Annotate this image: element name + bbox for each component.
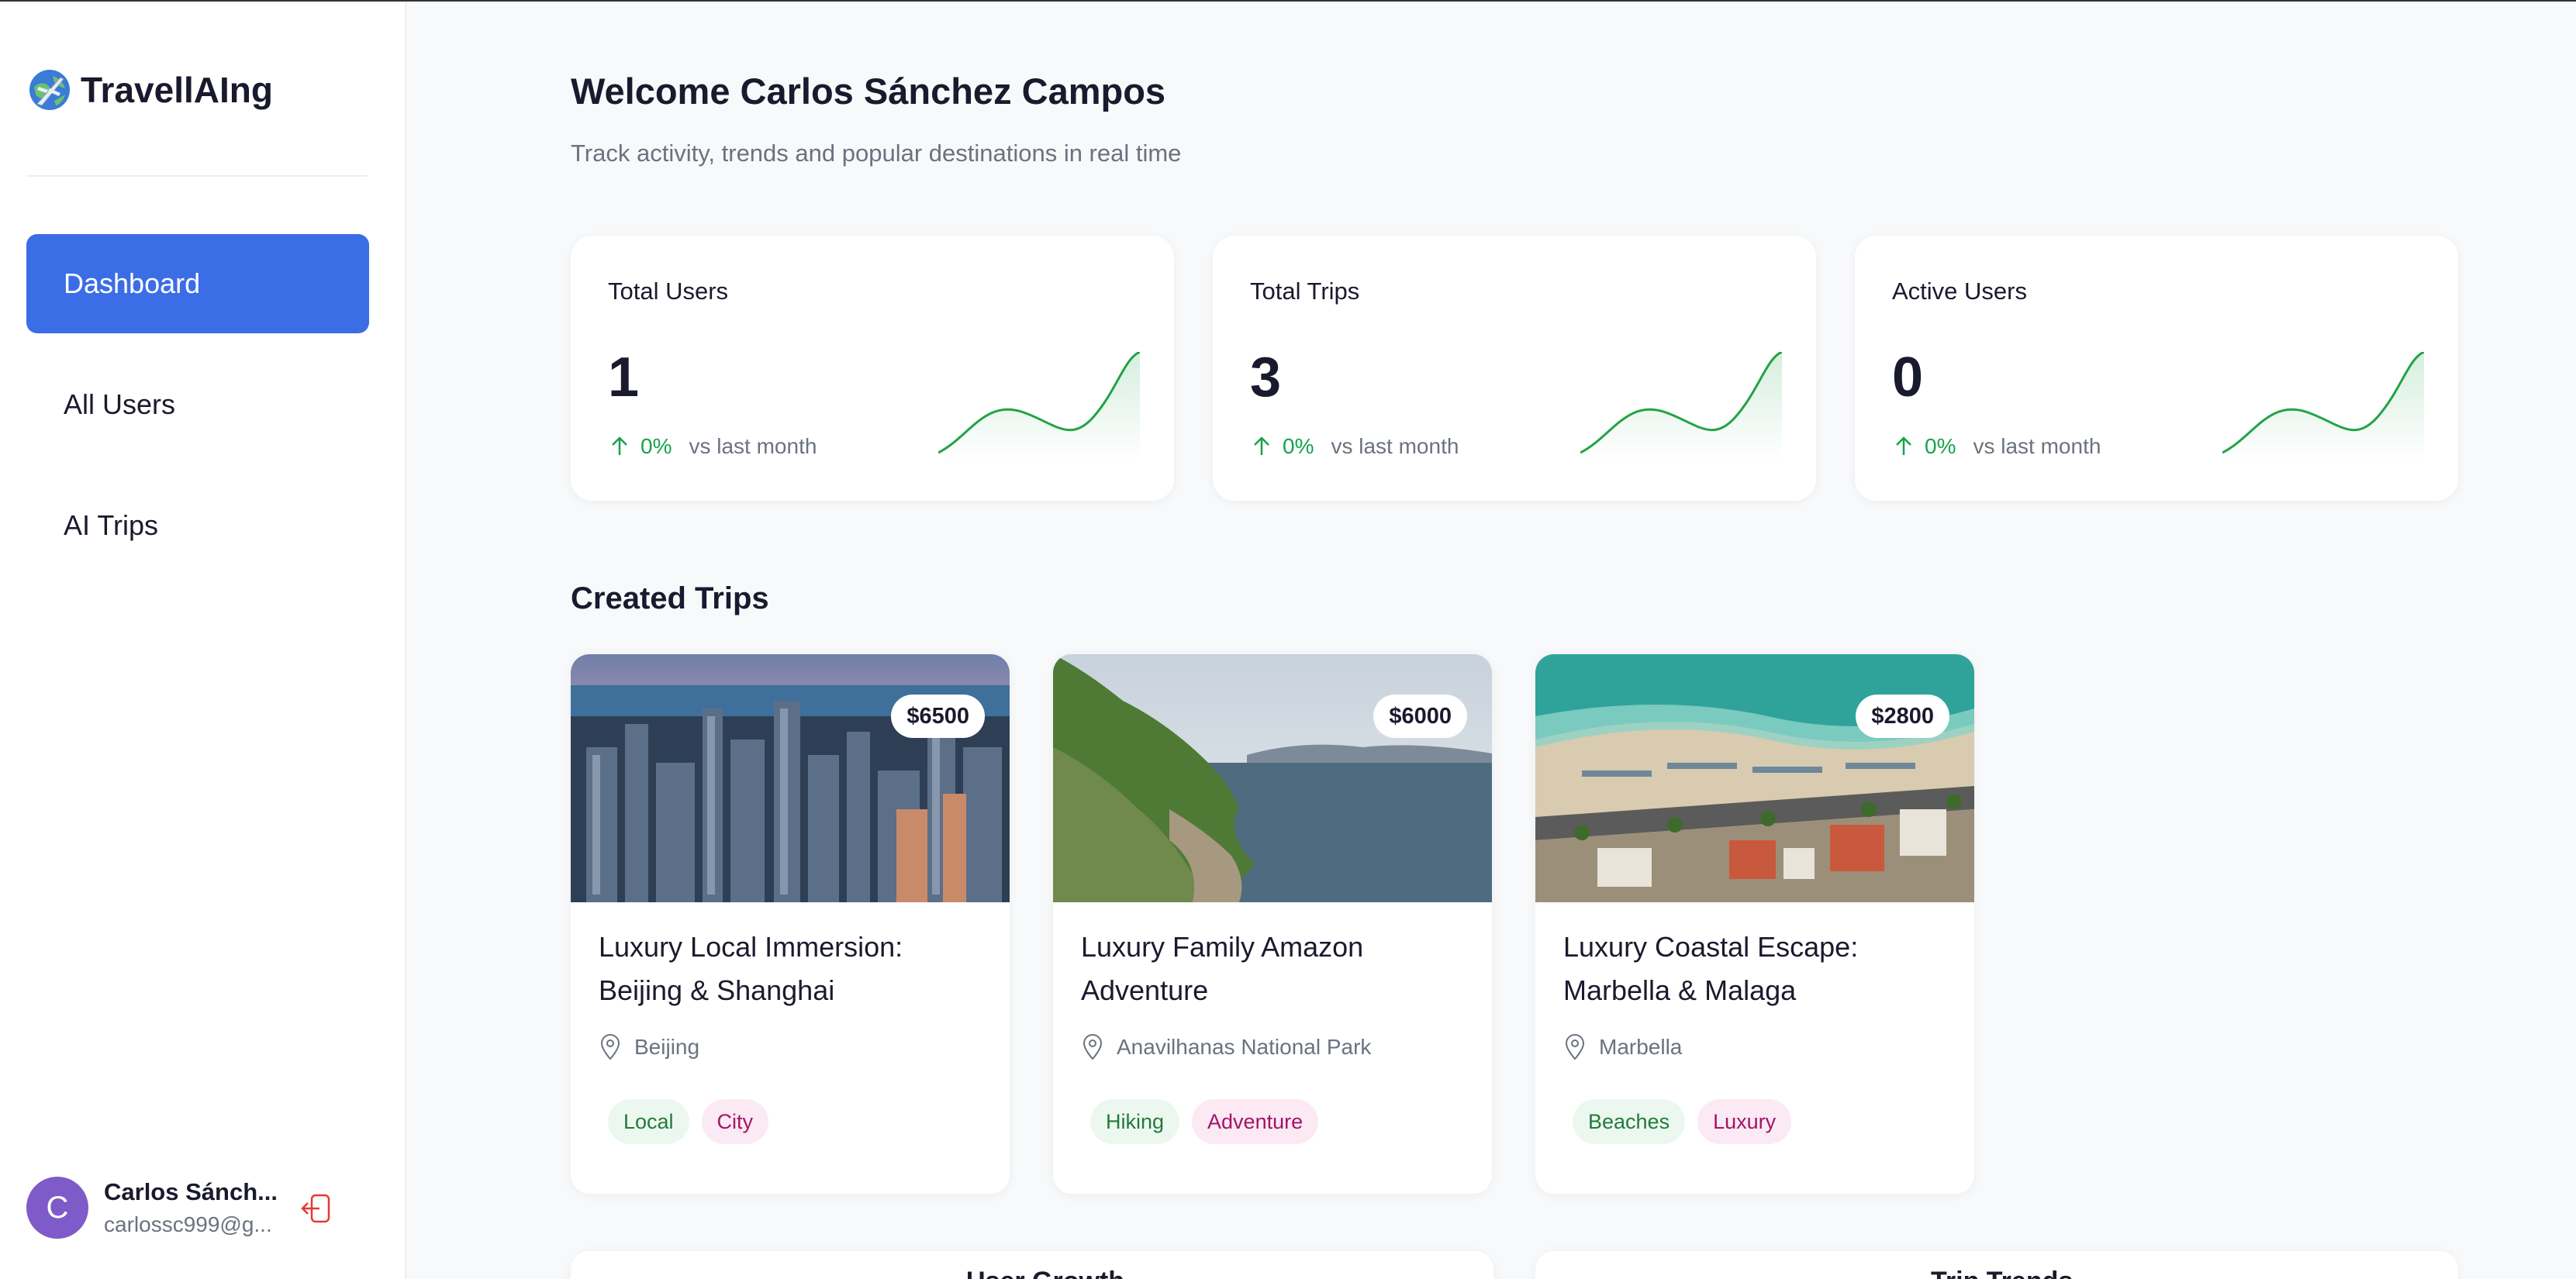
trip-card[interactable]: $6000 Luxury Family Amazon Adventure Ana… xyxy=(1053,654,1492,1194)
app-name: TravellAIng xyxy=(81,70,273,110)
stats-row: Total Users 1 0% vs last month Total Tri… xyxy=(571,236,2458,501)
trip-trends-title: Trip Trends xyxy=(1931,1267,2073,1279)
sidebar: TravellAIng Dashboard All Users AI Trips… xyxy=(0,2,406,1279)
trip-location: Anavilhanas National Park xyxy=(1081,1034,1371,1060)
stat-card-active-users: Active Users 0 0% vs last month xyxy=(1855,236,2458,501)
trip-tags: Local City xyxy=(608,1099,769,1144)
sidebar-item-ai-trips[interactable]: AI Trips xyxy=(26,476,369,575)
map-pin-icon xyxy=(1083,1034,1103,1060)
price-badge: $6000 xyxy=(1373,695,1467,738)
coastline-image xyxy=(1053,654,1492,902)
stat-value: 3 xyxy=(1250,346,1282,409)
sparkline-chart xyxy=(2222,352,2424,460)
stat-card-total-trips: Total Trips 3 0% vs last month xyxy=(1213,236,1816,501)
price-badge: $2800 xyxy=(1856,695,1949,738)
trip-location-text: Anavilhanas National Park xyxy=(1117,1035,1372,1059)
trend-percent: 0% xyxy=(1283,434,1314,458)
profile-name: Carlos Sánch... xyxy=(104,1178,278,1205)
tag-chip: Adventure xyxy=(1192,1099,1319,1144)
price-badge: $6500 xyxy=(891,695,985,738)
arrow-up-icon xyxy=(612,436,627,455)
trend-percent: 0% xyxy=(1925,434,1956,458)
page-title: Welcome Carlos Sánchez Campos xyxy=(571,71,1166,112)
profile-text: Carlos Sánch... carlossc999@g... xyxy=(104,1178,282,1237)
tag-chip: Hiking xyxy=(1090,1099,1180,1144)
charts-row: User Growth Trip Trends xyxy=(571,1251,2458,1279)
arrow-up-icon xyxy=(1254,436,1269,455)
sparkline-chart xyxy=(1580,352,1782,460)
trip-title: Luxury Coastal Escape: Marbella & Malaga xyxy=(1563,931,1859,1006)
sidebar-item-dashboard[interactable]: Dashboard xyxy=(26,234,369,333)
created-trips-list: $6500 Luxury Local Immersion: Beijing & … xyxy=(571,654,1976,1195)
trip-card[interactable]: $2800 Luxury Coastal Escape: Marbella & … xyxy=(1535,654,1974,1194)
app-logo[interactable]: TravellAIng xyxy=(26,65,273,115)
beach-aerial-image xyxy=(1535,654,1974,902)
trend-compare: vs last month xyxy=(1331,434,1459,458)
trip-location-text: Marbella xyxy=(1599,1035,1683,1059)
trend-compare: vs last month xyxy=(1973,434,2101,458)
trend-compare: vs last month xyxy=(689,434,817,458)
trip-location: Marbella xyxy=(1563,1034,1682,1060)
globe-plane-icon xyxy=(29,70,70,110)
stat-label: Total Trips xyxy=(1250,278,1360,305)
arrow-up-icon xyxy=(1896,436,1911,455)
trend-percent: 0% xyxy=(641,434,672,458)
sidebar-item-all-users[interactable]: All Users xyxy=(26,355,369,454)
main-content: Welcome Carlos Sánchez Campos Track acti… xyxy=(571,2,2463,1279)
tag-chip: City xyxy=(701,1099,769,1144)
trip-title: Luxury Local Immersion: Beijing & Shangh… xyxy=(599,931,903,1006)
created-trips-title: Created Trips xyxy=(571,581,769,615)
stat-label: Total Users xyxy=(608,278,729,305)
stat-value: 0 xyxy=(1892,346,1924,409)
trip-location: Beijing xyxy=(599,1034,699,1060)
trip-trends-card: Trip Trends xyxy=(1535,1251,2458,1279)
stat-value: 1 xyxy=(608,346,640,409)
city-skyline-image xyxy=(571,654,1010,902)
user-profile: C Carlos Sánch... carlossc999@g... xyxy=(26,1177,380,1239)
tag-chip: Local xyxy=(608,1099,689,1144)
avatar[interactable]: C xyxy=(26,1177,88,1239)
stat-card-total-users: Total Users 1 0% vs last month xyxy=(571,236,1174,501)
map-pin-icon xyxy=(600,1034,620,1060)
trip-title: Luxury Family Amazon Adventure xyxy=(1081,931,1364,1006)
user-growth-card: User Growth xyxy=(571,1251,1493,1279)
user-growth-title: User Growth xyxy=(966,1267,1124,1279)
trip-tags: Beaches Luxury xyxy=(1573,1099,1792,1144)
tag-chip: Beaches xyxy=(1573,1099,1686,1144)
map-pin-icon xyxy=(1565,1034,1585,1060)
sidebar-divider xyxy=(26,175,368,177)
sidebar-nav: Dashboard All Users AI Trips xyxy=(26,234,369,597)
sparkline-chart xyxy=(938,352,1140,460)
trip-tags: Hiking Adventure xyxy=(1090,1099,1319,1144)
logout-icon[interactable] xyxy=(298,1189,337,1228)
profile-email: carlossc999@g... xyxy=(104,1212,272,1236)
page-subtitle: Track activity, trends and popular desti… xyxy=(571,140,1182,167)
stat-trend: 0% vs last month xyxy=(1892,434,2101,459)
stat-trend: 0% vs last month xyxy=(608,434,817,459)
stat-label: Active Users xyxy=(1892,278,2027,305)
stat-trend: 0% vs last month xyxy=(1250,434,1459,459)
trip-card[interactable]: $6500 Luxury Local Immersion: Beijing & … xyxy=(571,654,1010,1194)
trip-location-text: Beijing xyxy=(634,1035,700,1059)
tag-chip: Luxury xyxy=(1697,1099,1792,1144)
